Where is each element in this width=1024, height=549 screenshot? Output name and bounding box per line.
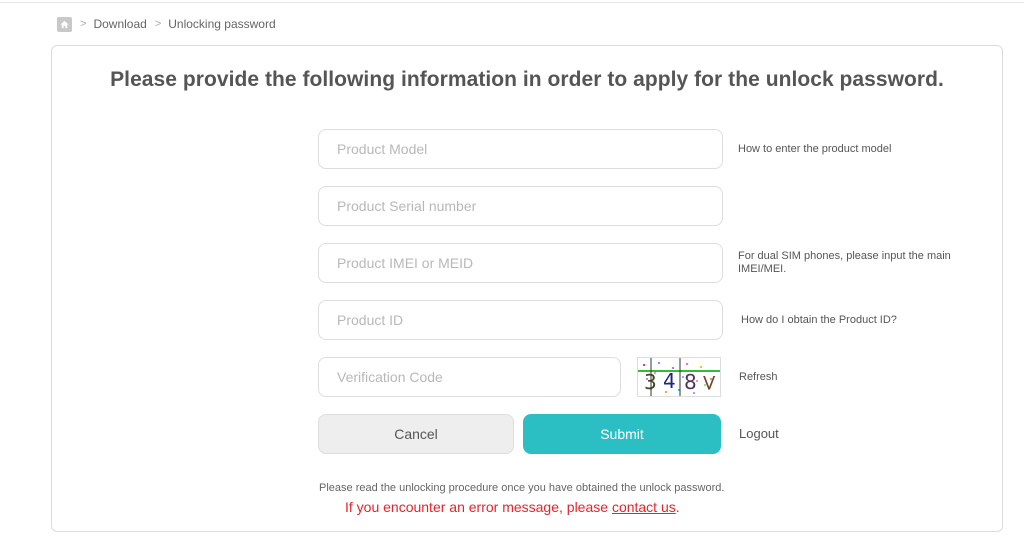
contact-us-link[interactable]: contact us <box>612 499 676 515</box>
refresh-captcha-link[interactable]: Refresh <box>739 371 778 384</box>
breadcrumb-download[interactable]: Download <box>93 17 146 31</box>
captcha-char: V <box>703 373 716 394</box>
product-id-input[interactable] <box>318 300 723 340</box>
product-serial-number-input[interactable] <box>318 186 723 226</box>
submit-button[interactable]: Submit <box>523 414 721 454</box>
breadcrumb-separator: > <box>154 18 162 30</box>
verification-code-input[interactable] <box>318 357 621 397</box>
top-divider <box>0 2 1024 3</box>
cancel-button[interactable]: Cancel <box>318 414 514 454</box>
product-model-help-link[interactable]: How to enter the product model <box>738 143 891 156</box>
unlock-procedure-note: Please read the unlocking procedure once… <box>319 482 725 494</box>
product-model-input[interactable] <box>318 129 723 169</box>
breadcrumb-separator: > <box>80 18 87 30</box>
product-id-help-link[interactable]: How do I obtain the Product ID? <box>741 314 897 327</box>
dual-sim-hint: For dual SIM phones, please input the ma… <box>738 250 951 275</box>
error-message-text: If you encounter an error message, pleas… <box>345 499 612 515</box>
captcha-char: 8 <box>684 370 697 394</box>
captcha-char: 3 <box>644 370 657 394</box>
captcha-char: 4 <box>663 369 676 393</box>
breadcrumb: > Download > Unlocking password <box>57 16 276 32</box>
error-message-suffix: . <box>675 499 680 515</box>
product-imei-input[interactable] <box>318 243 723 283</box>
page-title: Please provide the following information… <box>110 68 944 91</box>
error-contact-message: If you encounter an error message, pleas… <box>345 499 680 515</box>
home-icon[interactable] <box>57 16 72 32</box>
unlock-form-card: Please provide the following information… <box>51 45 1003 532</box>
logout-link[interactable]: Logout <box>739 426 779 441</box>
breadcrumb-unlocking-password[interactable]: Unlocking password <box>168 17 275 31</box>
captcha-image[interactable]: 3 4 8 V <box>637 357 721 397</box>
